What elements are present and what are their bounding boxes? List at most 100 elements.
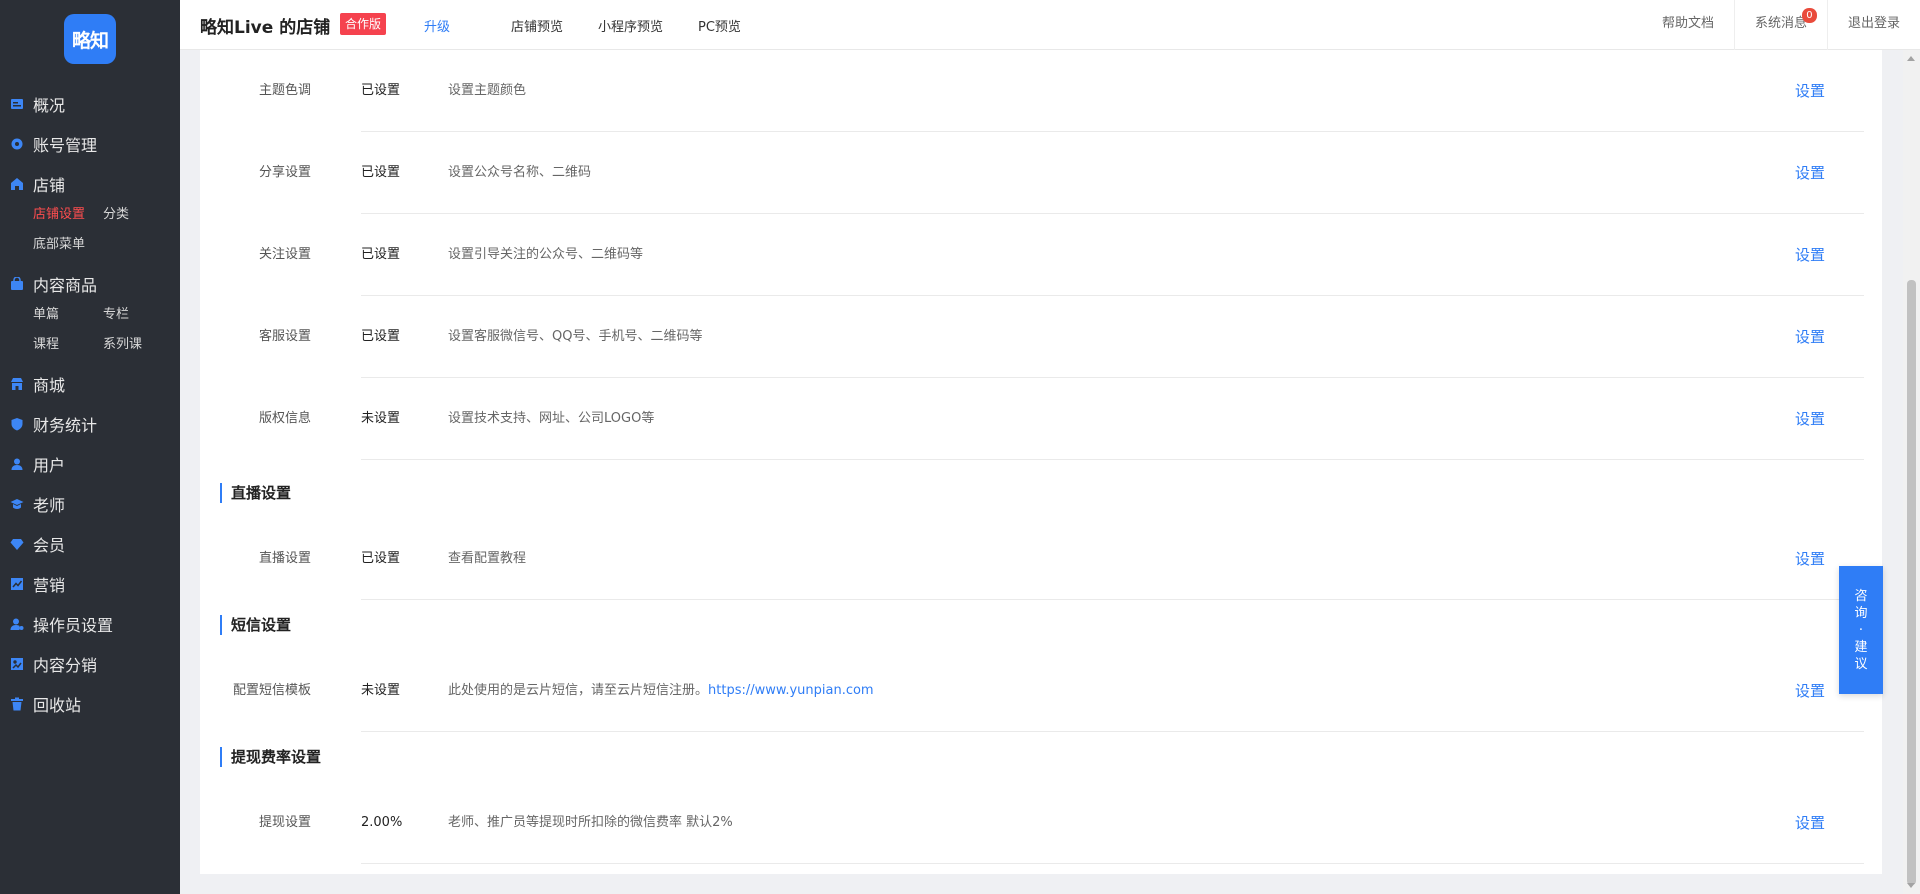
subnav-column[interactable]: 专栏 <box>103 300 173 330</box>
sidebar-item-overview[interactable]: 概况 <box>0 84 180 124</box>
help-docs-link[interactable]: 帮助文档 <box>1642 0 1735 50</box>
sidebar: 略知 概况 账号管理 店铺 店铺设置 分类 底部菜单 内容商品 单篇 专栏 课程… <box>0 0 180 894</box>
share-icon <box>10 657 24 671</box>
consult-char: 询 <box>1854 605 1868 621</box>
row-label: 提现设置 <box>258 815 311 830</box>
subnav-shop-settings[interactable]: 店铺设置 <box>33 200 103 230</box>
row-divider <box>361 599 1864 600</box>
row-status: 未设置 <box>361 411 401 426</box>
settings-row-theme: 主题色调 已设置 设置主题颜色 设置 <box>200 50 1882 132</box>
sidebar-item-label: 内容商品 <box>33 276 98 295</box>
sidebar-item-label: 概况 <box>33 96 66 115</box>
scrollbar-thumb[interactable] <box>1907 280 1916 885</box>
sidebar-item-label: 老师 <box>33 496 66 515</box>
sidebar-item-content-products[interactable]: 内容商品 <box>0 264 180 304</box>
sidebar-item-finance[interactable]: 财务统计 <box>0 404 180 444</box>
sidebar-item-operators[interactable]: 操作员设置 <box>0 604 180 644</box>
sidebar-item-recycle-bin[interactable]: 回收站 <box>0 684 180 724</box>
consult-suggest-button[interactable]: 咨 询 · 建 议 <box>1839 566 1883 694</box>
follow-set-button[interactable]: 设置 <box>1795 214 1825 296</box>
user-gear-icon <box>10 617 24 631</box>
sidebar-item-label: 内容分销 <box>33 656 98 675</box>
row-status: 已设置 <box>361 247 401 262</box>
sidebar-item-members[interactable]: 会员 <box>0 524 180 564</box>
row-status: 已设置 <box>361 83 401 98</box>
sidebar-item-marketing[interactable]: 营销 <box>0 564 180 604</box>
sidebar-item-label: 店铺 <box>33 176 66 195</box>
withdraw-set-button[interactable]: 设置 <box>1795 782 1825 864</box>
sidebar-item-users[interactable]: 用户 <box>0 444 180 484</box>
customer-service-set-button[interactable]: 设置 <box>1795 296 1825 378</box>
vertical-scrollbar[interactable] <box>1903 50 1920 894</box>
upgrade-link[interactable]: 升级 <box>424 16 450 35</box>
sidebar-item-label: 会员 <box>33 536 66 555</box>
settings-row-follow: 关注设置 已设置 设置引导关注的公众号、二维码等 设置 <box>200 214 1882 296</box>
sidebar-item-teachers[interactable]: 老师 <box>0 484 180 524</box>
miniprogram-preview-link[interactable]: 小程序预览 <box>598 16 663 35</box>
row-divider <box>361 459 1864 460</box>
sidebar-nav: 概况 账号管理 店铺 店铺设置 分类 底部菜单 内容商品 单篇 专栏 课程 系列… <box>0 84 180 724</box>
scroll-down-arrow-icon[interactable] <box>1907 883 1915 888</box>
section-title-withdraw: 提现费率设置 <box>220 747 321 767</box>
shield-icon <box>10 417 24 431</box>
graduation-cap-icon <box>10 497 24 511</box>
copyright-set-button[interactable]: 设置 <box>1795 378 1825 460</box>
sidebar-item-label: 用户 <box>33 456 66 475</box>
edition-badge: 合作版 <box>340 13 387 35</box>
shop-preview-link[interactable]: 店铺预览 <box>511 16 563 35</box>
consult-char: · <box>1858 622 1864 638</box>
trash-icon <box>10 697 24 711</box>
sidebar-item-mall[interactable]: 商城 <box>0 364 180 404</box>
row-status: 已设置 <box>361 165 401 180</box>
sidebar-item-label: 回收站 <box>33 696 82 715</box>
scroll-up-arrow-icon[interactable] <box>1907 56 1915 61</box>
sidebar-item-label: 商城 <box>33 376 66 395</box>
row-label: 版权信息 <box>258 411 311 426</box>
row-status: 未设置 <box>361 683 401 698</box>
section-title-sms: 短信设置 <box>220 615 291 635</box>
logout-link[interactable]: 退出登录 <box>1828 0 1900 50</box>
subnav-single[interactable]: 单篇 <box>33 300 103 330</box>
share-set-button[interactable]: 设置 <box>1795 132 1825 214</box>
system-messages-link[interactable]: 系统消息 0 <box>1735 0 1828 50</box>
subnav-series[interactable]: 系列课 <box>103 330 173 360</box>
pc-preview-link[interactable]: PC预览 <box>698 16 741 35</box>
store-icon <box>10 377 24 391</box>
system-messages-label: 系统消息 <box>1754 16 1807 31</box>
bag-icon <box>10 277 24 291</box>
settings-row-sms: 配置短信模板 未设置 此处使用的是云片短信，请至云片短信注册。https://w… <box>200 650 1882 732</box>
shop-subnav: 店铺设置 分类 底部菜单 <box>0 200 180 260</box>
row-description: 设置公众号名称、二维码 <box>448 165 592 180</box>
row-label: 客服设置 <box>258 329 311 344</box>
settings-panel: 主题色调 已设置 设置主题颜色 设置 分享设置 已设置 设置公众号名称、二维码 … <box>200 50 1882 874</box>
diamond-icon <box>10 537 24 551</box>
user-icon <box>10 457 24 471</box>
row-description: 设置主题颜色 <box>448 83 527 98</box>
sms-set-button[interactable]: 设置 <box>1795 650 1825 732</box>
subnav-bottom-menu[interactable]: 底部菜单 <box>33 230 103 260</box>
yunpian-link[interactable]: https://www.yunpian.com <box>708 683 874 698</box>
theme-set-button[interactable]: 设置 <box>1795 50 1825 132</box>
row-divider <box>361 863 1864 864</box>
message-count-badge: 0 <box>1801 8 1817 23</box>
sidebar-item-account[interactable]: 账号管理 <box>0 124 180 164</box>
app-logo[interactable]: 略知 <box>64 14 116 64</box>
consult-char: 建 <box>1854 639 1868 655</box>
row-divider <box>361 731 1864 732</box>
row-status: 已设置 <box>361 551 401 566</box>
row-description: 查看配置教程 <box>448 551 527 566</box>
shop-title: 略知Live 的店铺 <box>200 18 331 38</box>
sidebar-item-label: 财务统计 <box>33 416 98 435</box>
header-right: 帮助文档 系统消息 0 退出登录 <box>1642 0 1900 50</box>
live-set-button[interactable]: 设置 <box>1795 518 1825 600</box>
row-label: 主题色调 <box>258 83 311 98</box>
content-subnav: 单篇 专栏 课程 系列课 <box>0 300 180 360</box>
overview-icon <box>10 97 24 111</box>
sidebar-item-distribution[interactable]: 内容分销 <box>0 644 180 684</box>
subnav-category[interactable]: 分类 <box>103 200 173 230</box>
row-description: 设置引导关注的公众号、二维码等 <box>448 247 644 262</box>
row-label: 分享设置 <box>258 165 311 180</box>
subnav-course[interactable]: 课程 <box>33 330 103 360</box>
sidebar-item-shop[interactable]: 店铺 <box>0 164 180 204</box>
sms-description-text: 此处使用的是云片短信，请至云片短信注册。 <box>448 683 709 698</box>
